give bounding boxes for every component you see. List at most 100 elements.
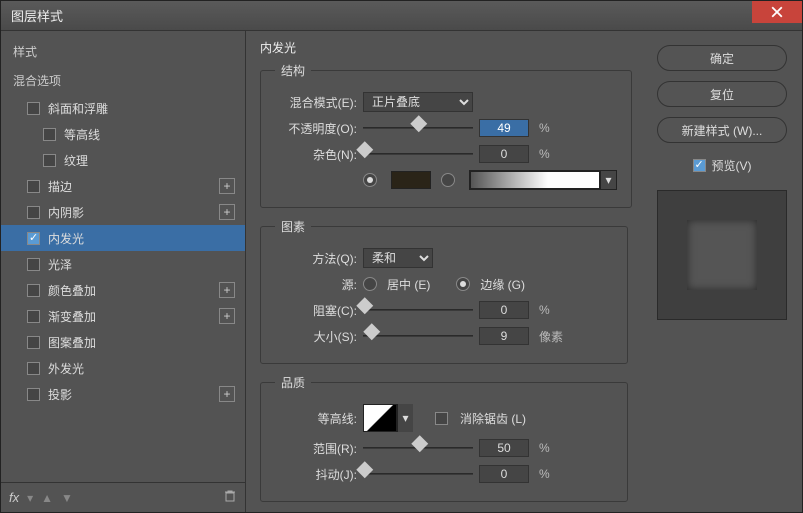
cancel-button[interactable]: 复位: [657, 81, 787, 107]
effect-label: 内发光: [48, 230, 84, 247]
effect-row-6[interactable]: 光泽: [1, 251, 245, 277]
opacity-slider[interactable]: [363, 120, 473, 136]
effect-label: 颜色叠加: [48, 282, 96, 299]
effect-checkbox[interactable]: [27, 362, 40, 375]
glow-gradient-swatch[interactable]: [470, 171, 600, 189]
preview-checkbox[interactable]: [693, 159, 706, 172]
styles-header[interactable]: 样式: [1, 37, 245, 66]
source-center-radio[interactable]: [363, 277, 377, 291]
effect-checkbox[interactable]: [27, 232, 40, 245]
effect-checkbox[interactable]: [27, 388, 40, 401]
add-effect-icon[interactable]: +: [219, 204, 235, 220]
preview-label: 预览(V): [712, 157, 752, 174]
blend-mode-label: 混合模式(E):: [275, 94, 357, 111]
quality-group: 品质 等高线: ▾ 消除锯齿 (L) 范围(R): %: [260, 374, 628, 502]
effect-label: 内阴影: [48, 204, 84, 221]
choke-slider[interactable]: [363, 302, 473, 318]
effect-row-5[interactable]: 内发光: [1, 225, 245, 251]
effects-footer: fx▾ ▲ ▼: [1, 482, 245, 512]
effect-row-9[interactable]: 图案叠加: [1, 329, 245, 355]
source-label: 源:: [275, 276, 357, 293]
size-label: 大小(S):: [275, 328, 357, 345]
color-radio[interactable]: [363, 173, 377, 187]
action-panel: 确定 复位 新建样式 (W)... 预览(V): [642, 31, 802, 512]
size-input[interactable]: [479, 327, 529, 345]
blend-mode-select[interactable]: 正片叠底: [363, 92, 473, 112]
structure-legend: 结构: [275, 62, 311, 79]
preview-box: [657, 190, 787, 320]
antialias-checkbox[interactable]: [435, 412, 448, 425]
effect-row-7[interactable]: 颜色叠加 +: [1, 277, 245, 303]
effect-checkbox[interactable]: [27, 102, 40, 115]
jitter-label: 抖动(J):: [275, 466, 357, 483]
window-title: 图层样式: [11, 6, 63, 25]
effect-checkbox[interactable]: [27, 310, 40, 323]
effect-checkbox[interactable]: [43, 154, 56, 167]
effect-row-10[interactable]: 外发光: [1, 355, 245, 381]
effect-row-2[interactable]: 纹理: [1, 147, 245, 173]
contour-swatch[interactable]: [363, 404, 397, 432]
effect-row-8[interactable]: 渐变叠加 +: [1, 303, 245, 329]
effect-label: 纹理: [64, 152, 88, 169]
move-down-icon[interactable]: ▼: [61, 491, 73, 505]
effect-row-3[interactable]: 描边 +: [1, 173, 245, 199]
ok-button[interactable]: 确定: [657, 45, 787, 71]
effect-checkbox[interactable]: [27, 258, 40, 271]
choke-unit: %: [539, 303, 550, 317]
contour-dropdown[interactable]: ▾: [397, 404, 413, 432]
add-effect-icon[interactable]: +: [219, 282, 235, 298]
close-button[interactable]: [752, 1, 802, 23]
layer-style-dialog: 图层样式 样式混合选项斜面和浮雕等高线纹理描边+内阴影+内发光光泽颜色叠加+渐变…: [0, 0, 803, 513]
effect-row-0[interactable]: 斜面和浮雕: [1, 95, 245, 121]
range-input[interactable]: [479, 439, 529, 457]
choke-label: 阻塞(C):: [275, 302, 357, 319]
opacity-label: 不透明度(O):: [275, 120, 357, 137]
effect-row-11[interactable]: 投影 +: [1, 381, 245, 407]
trash-icon[interactable]: [223, 489, 237, 506]
choke-input[interactable]: [479, 301, 529, 319]
effect-checkbox[interactable]: [27, 336, 40, 349]
effect-label: 图案叠加: [48, 334, 96, 351]
technique-label: 方法(Q):: [275, 250, 357, 267]
effect-label: 斜面和浮雕: [48, 100, 108, 117]
add-effect-icon[interactable]: +: [219, 308, 235, 324]
noise-input[interactable]: [479, 145, 529, 163]
noise-unit: %: [539, 147, 550, 161]
effect-label: 描边: [48, 178, 72, 195]
structure-group: 结构 混合模式(E): 正片叠底 不透明度(O): % 杂色(N): %: [260, 62, 632, 208]
size-slider[interactable]: [363, 328, 473, 344]
effect-checkbox[interactable]: [27, 284, 40, 297]
effect-checkbox[interactable]: [43, 128, 56, 141]
source-edge-radio[interactable]: [456, 277, 470, 291]
move-up-icon[interactable]: ▲: [41, 491, 53, 505]
new-style-button[interactable]: 新建样式 (W)...: [657, 117, 787, 143]
preview-swatch: [687, 220, 757, 290]
opacity-input[interactable]: [479, 119, 529, 137]
effect-label: 外发光: [48, 360, 84, 377]
gradient-dropdown[interactable]: ▾: [600, 171, 616, 189]
effect-label: 渐变叠加: [48, 308, 96, 325]
range-slider[interactable]: [363, 440, 473, 456]
effect-label: 光泽: [48, 256, 72, 273]
fx-menu[interactable]: fx: [9, 490, 19, 505]
panel-title: 内发光: [260, 39, 628, 56]
effect-checkbox[interactable]: [27, 206, 40, 219]
noise-label: 杂色(N):: [275, 146, 357, 163]
add-effect-icon[interactable]: +: [219, 178, 235, 194]
add-effect-icon[interactable]: +: [219, 386, 235, 402]
blend-options-header[interactable]: 混合选项: [1, 66, 245, 95]
gradient-radio[interactable]: [441, 173, 455, 187]
glow-color-swatch[interactable]: [391, 171, 431, 189]
technique-select[interactable]: 柔和: [363, 248, 433, 268]
source-edge-label: 边缘 (G): [480, 276, 525, 293]
effect-row-4[interactable]: 内阴影 +: [1, 199, 245, 225]
noise-slider[interactable]: [363, 146, 473, 162]
titlebar[interactable]: 图层样式: [1, 1, 802, 31]
effect-label: 投影: [48, 386, 72, 403]
jitter-slider[interactable]: [363, 466, 473, 482]
effect-row-1[interactable]: 等高线: [1, 121, 245, 147]
jitter-input[interactable]: [479, 465, 529, 483]
contour-label: 等高线:: [275, 410, 357, 427]
range-unit: %: [539, 441, 550, 455]
effect-checkbox[interactable]: [27, 180, 40, 193]
